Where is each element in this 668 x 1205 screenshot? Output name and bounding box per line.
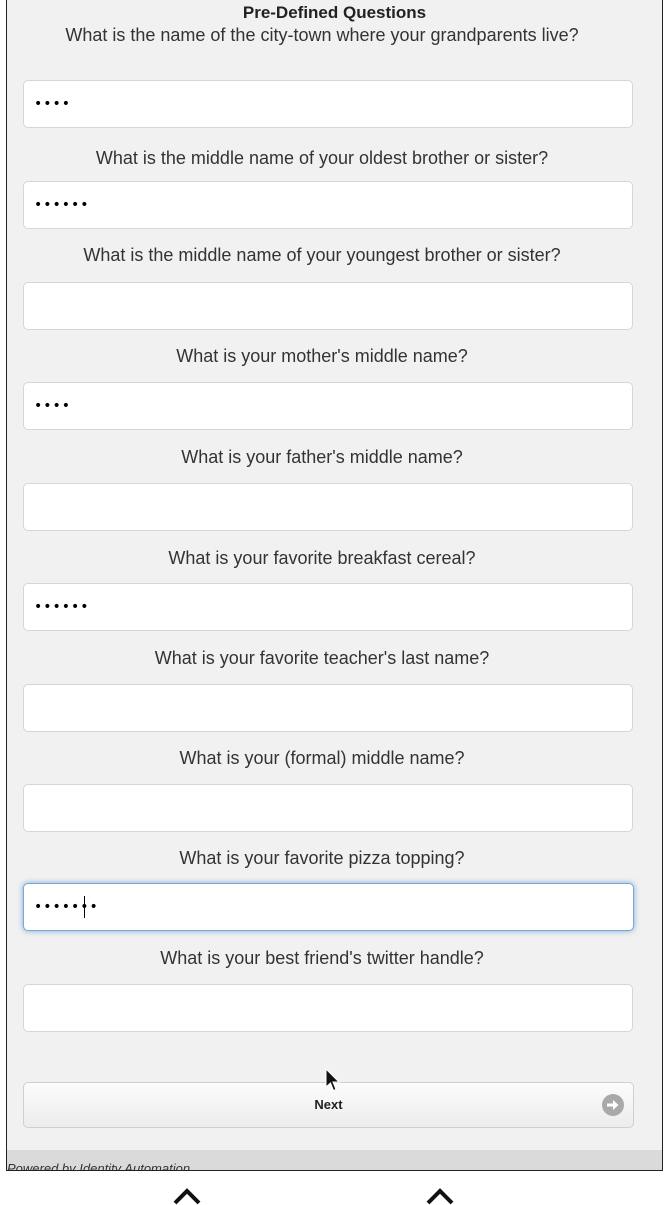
question-label-6: What is your favorite breakfast cereal?	[168, 548, 476, 568]
answer-field-8[interactable]	[23, 784, 633, 832]
question-label-7: What is your favorite teacher's last nam…	[154, 648, 490, 668]
answer-field-10[interactable]	[23, 984, 633, 1032]
answer-field-5[interactable]	[23, 483, 633, 531]
arrow-right-circle-icon	[602, 1094, 624, 1116]
question-label-9: What is your favorite pizza topping?	[179, 848, 465, 868]
footer-bar: Powered by Identity Automation	[7, 1150, 662, 1171]
question-label-4: What is your mother's middle name?	[176, 346, 468, 366]
answer-field-7[interactable]	[23, 684, 633, 732]
chevron-up-icon	[426, 1188, 454, 1205]
question-label-1: What is the name of the city-town where …	[65, 25, 579, 45]
question-label-5: What is your father's middle name?	[181, 447, 463, 467]
question-label-8: What is your (formal) middle name?	[179, 748, 465, 768]
answer-field-4[interactable]	[23, 382, 633, 430]
text-caret	[84, 896, 85, 918]
answer-field-1[interactable]	[23, 80, 633, 128]
answer-field-2[interactable]	[23, 181, 633, 229]
pre-defined-questions-panel: Pre-Defined Questions What is the name o…	[6, 0, 663, 1171]
question-label-10: What is your best friend's twitter handl…	[160, 948, 484, 968]
powered-by-text: Powered by Identity Automation	[7, 1161, 191, 1171]
mouse-pointer-icon	[325, 1068, 341, 1092]
form-title: Pre-Defined Questions	[242, 3, 427, 22]
answer-field-9[interactable]	[23, 883, 634, 931]
answer-field-6[interactable]	[23, 583, 633, 631]
question-label-3: What is the middle name of your youngest…	[83, 245, 561, 265]
answer-field-3[interactable]	[23, 282, 633, 330]
chevron-up-icon	[173, 1188, 201, 1205]
next-button-label: Next	[314, 1097, 343, 1112]
question-label-2: What is the middle name of your oldest b…	[95, 148, 549, 168]
